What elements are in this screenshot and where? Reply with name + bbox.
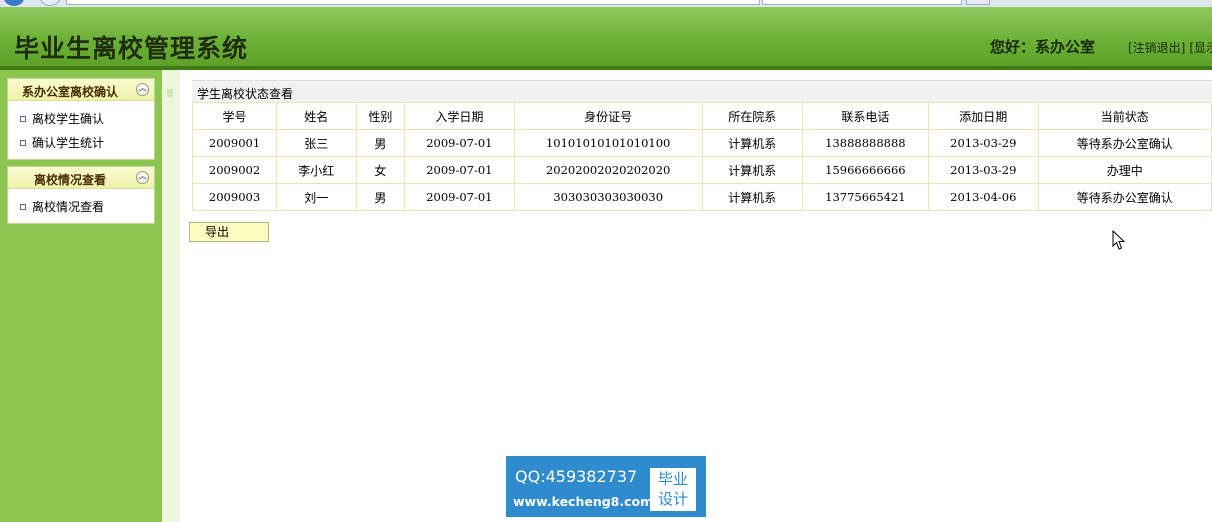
table-row[interactable]: 2009002 李小红 女 2009-07-01 202020020202020…: [191, 156, 1212, 184]
cell-enroll-date: 2009-07-01: [404, 183, 515, 211]
sidebar-splitter[interactable]: [162, 70, 180, 522]
sidebar-item-leave-status[interactable]: 离校情况查看: [8, 195, 154, 219]
cell-gender: 男: [355, 129, 406, 157]
watermark-qq: QQ:459382737: [515, 467, 638, 486]
cell-department: 计算机系: [701, 156, 803, 184]
table-row[interactable]: 2009003 刘一 男 2009-07-01 303030303030030 …: [191, 183, 1212, 211]
cell-student-id: 2009001: [191, 129, 278, 157]
cell-phone: 15966666666: [801, 156, 930, 184]
cell-added-date: 2013-03-29: [928, 156, 1039, 184]
user-greeting: 您好：系办公室: [990, 38, 1096, 56]
sidebar-item-confirm-students[interactable]: 离校学生确认: [8, 107, 154, 131]
watermark-banner: QQ:459382737 www.kecheng8.com 毕业 设计: [506, 456, 706, 517]
mouse-cursor-icon: [1112, 230, 1126, 250]
watermark-url: www.kecheng8.com: [513, 494, 654, 509]
sidebar: 系办公室离校确认 ︽ 离校学生确认 确认学生统计 离校情况查看 ︽ 离校情况查看: [0, 70, 162, 522]
sidebar-item-label: 离校学生确认: [32, 112, 105, 126]
panel-title: 离校情况查看: [33, 173, 106, 187]
column-header: 姓名: [276, 102, 357, 130]
collapse-chevron-icon[interactable]: ︽: [136, 171, 149, 184]
column-header: 所在院系: [701, 102, 803, 130]
browser-search-box[interactable]: [762, 0, 962, 5]
cell-status: 办理中: [1037, 156, 1212, 184]
cell-id-number: 10101010101010100: [513, 129, 703, 157]
app-header: 毕业生离校管理系统 您好：系办公室 [注销退出] [显示: [0, 7, 1212, 66]
column-header: 学号: [191, 102, 278, 130]
cell-gender: 男: [355, 183, 406, 211]
display-link[interactable]: [显示: [1189, 41, 1212, 55]
forward-button[interactable]: [40, 0, 60, 6]
bullet-icon: [20, 116, 26, 122]
splitter-handle-icon[interactable]: [167, 89, 173, 97]
cell-department: 计算机系: [701, 129, 803, 157]
browser-chrome: [0, 0, 1212, 7]
table-caption-bar: 学生离校状态查看: [192, 80, 1212, 102]
cell-gender: 女: [355, 156, 406, 184]
back-button[interactable]: [4, 0, 24, 6]
column-header: 添加日期: [928, 102, 1039, 130]
main-content: 学生离校状态查看 学号 姓名 性别 入学日期 身份证号 所在院系 联系电话 添加…: [180, 70, 1212, 522]
column-header: 性别: [355, 102, 406, 130]
watermark-badge-line: 设计: [657, 490, 688, 508]
bullet-icon: [20, 204, 26, 210]
cell-added-date: 2013-04-06: [928, 183, 1039, 211]
column-header: 当前状态: [1037, 102, 1212, 130]
sidebar-item-confirm-stats[interactable]: 确认学生统计: [8, 131, 154, 155]
panel-leave-confirm: 系办公室离校确认 ︽ 离校学生确认 确认学生统计: [7, 78, 155, 160]
cell-id-number: 303030303030030: [513, 183, 703, 211]
cell-student-id: 2009002: [191, 156, 278, 184]
cell-department: 计算机系: [701, 183, 803, 211]
export-button[interactable]: 导出: [189, 222, 269, 242]
panel-title: 系办公室离校确认: [21, 85, 118, 99]
logout-link[interactable]: [注销退出]: [1128, 41, 1185, 55]
table-caption: 学生离校状态查看: [197, 87, 294, 101]
header-links: [注销退出] [显示: [1128, 39, 1212, 56]
student-status-table: 学号 姓名 性别 入学日期 身份证号 所在院系 联系电话 添加日期 当前状态 2…: [191, 102, 1212, 211]
collapse-chevron-icon[interactable]: ︽: [136, 83, 149, 96]
cell-enroll-date: 2009-07-01: [404, 129, 515, 157]
cell-name: 张三: [276, 129, 357, 157]
panel-leave-status: 离校情况查看 ︽ 离校情况查看: [7, 166, 155, 224]
cell-enroll-date: 2009-07-01: [404, 156, 515, 184]
watermark-badge: 毕业 设计: [650, 468, 696, 511]
watermark-badge-line: 毕业: [657, 470, 688, 488]
panel-header[interactable]: 系办公室离校确认 ︽: [8, 79, 154, 101]
cell-name: 刘一: [276, 183, 357, 211]
address-bar[interactable]: [66, 0, 760, 5]
bullet-icon: [20, 140, 26, 146]
panel-header[interactable]: 离校情况查看 ︽: [8, 167, 154, 189]
cell-status: 等待系办公室确认: [1037, 129, 1212, 157]
cell-student-id: 2009003: [191, 183, 278, 211]
cell-name: 李小红: [276, 156, 357, 184]
sidebar-item-label: 离校情况查看: [32, 200, 105, 214]
browser-search-button[interactable]: [966, 0, 990, 5]
cell-added-date: 2013-03-29: [928, 129, 1039, 157]
cell-id-number: 20202002020202020: [513, 156, 703, 184]
column-header: 入学日期: [404, 102, 515, 130]
cell-phone: 13888888888: [801, 129, 930, 157]
system-title: 毕业生离校管理系统: [14, 34, 249, 63]
export-button-label: 导出: [204, 225, 229, 239]
column-header: 联系电话: [801, 102, 930, 130]
table-header-row: 学号 姓名 性别 入学日期 身份证号 所在院系 联系电话 添加日期 当前状态: [191, 102, 1212, 130]
cell-status: 等待系办公室确认: [1037, 183, 1212, 211]
table-row[interactable]: 2009001 张三 男 2009-07-01 1010101010101010…: [191, 129, 1212, 157]
column-header: 身份证号: [513, 102, 703, 130]
cell-phone: 13775665421: [801, 183, 930, 211]
sidebar-item-label: 确认学生统计: [32, 136, 105, 150]
